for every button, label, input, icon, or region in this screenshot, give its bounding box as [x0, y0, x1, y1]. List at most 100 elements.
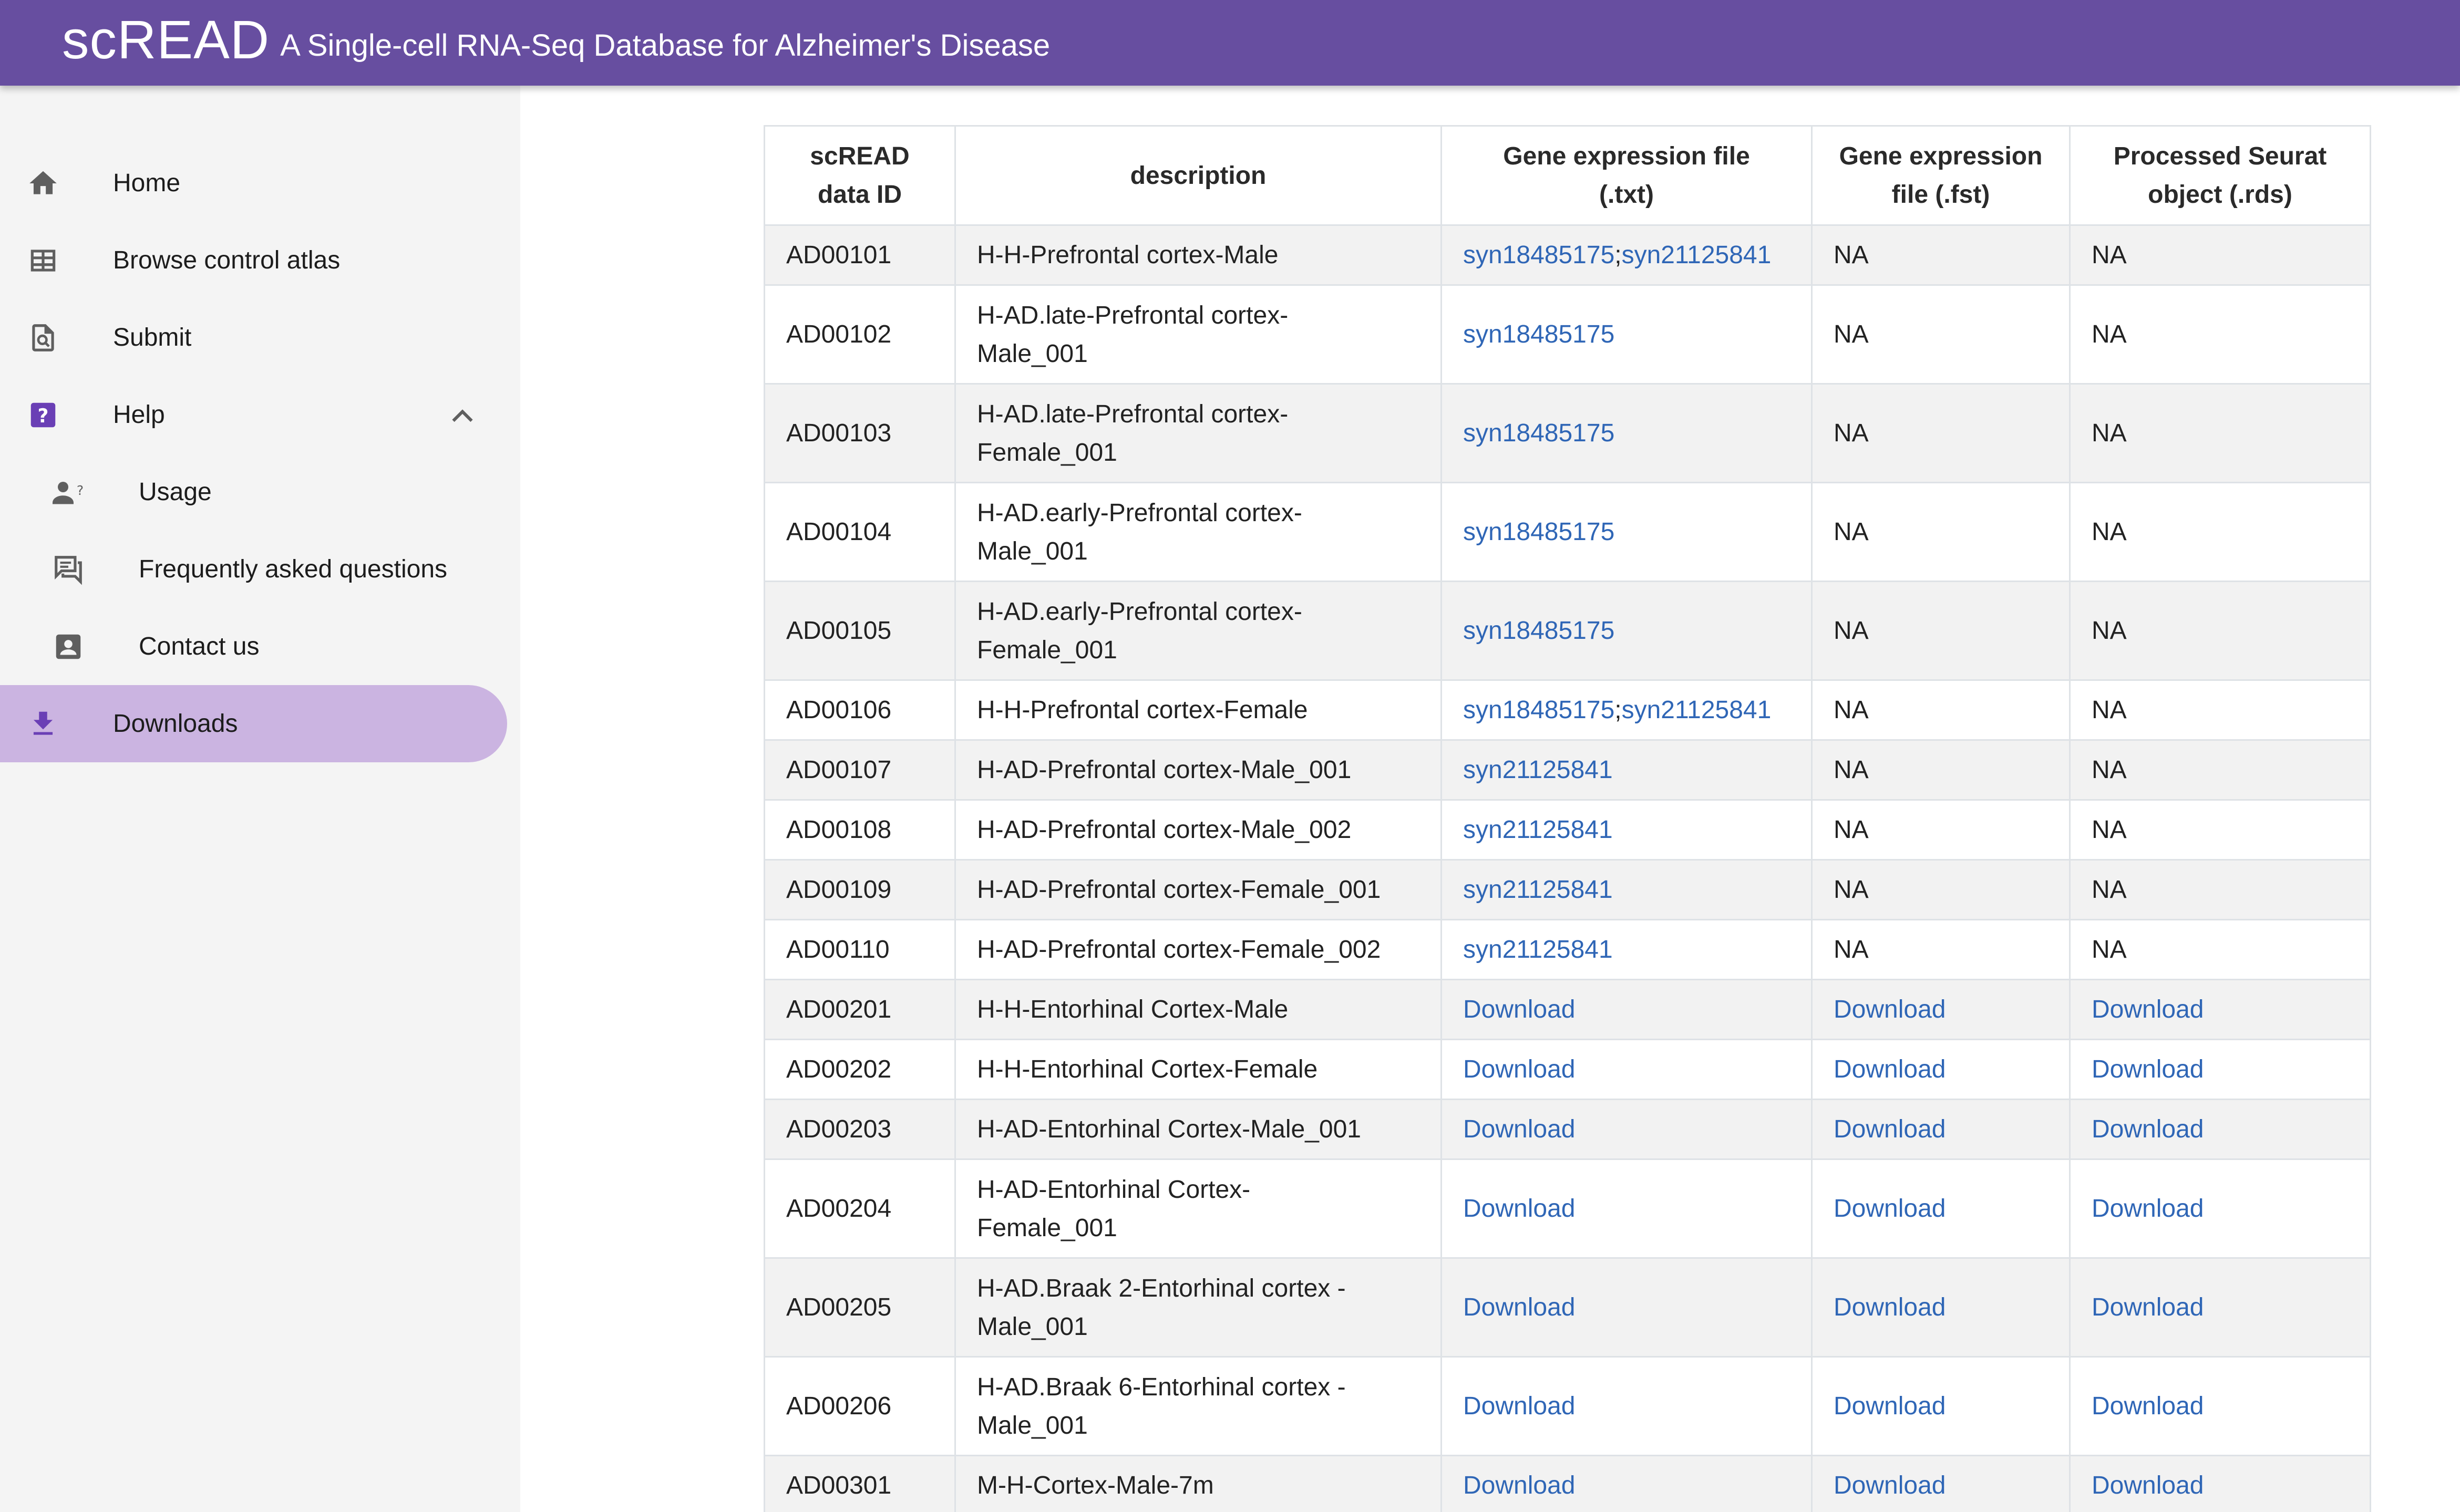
cell-fst-file: Download: [1811, 1455, 2071, 1512]
synapse-link[interactable]: syn21125841: [1463, 936, 1613, 964]
download-rds-link[interactable]: Download: [2092, 1195, 2204, 1223]
download-fst-link[interactable]: Download: [1834, 1055, 1946, 1083]
description-line: H-H-Entorhinal Cortex-Male: [977, 996, 1289, 1023]
description-line: Male_001: [977, 537, 1088, 565]
synapse-link[interactable]: syn18485175: [1463, 518, 1614, 546]
synapse-link[interactable]: syn21125841: [1622, 241, 1772, 269]
cell-txt-file: Download: [1440, 1099, 1813, 1160]
synapse-link[interactable]: syn18485175: [1463, 241, 1614, 269]
not-available-text: NA: [2092, 617, 2127, 645]
download-fst-link[interactable]: Download: [1834, 1115, 1946, 1143]
download-rds-link[interactable]: Download: [2092, 1055, 2204, 1083]
cell-data-id: AD00205: [764, 1257, 956, 1358]
chevron-up-icon[interactable]: [447, 402, 478, 429]
table-row: AD00206 H-AD.Braak 6-Entorhinal cortex - M…: [764, 1356, 2371, 1456]
sidebar-item-label: Frequently asked questions: [139, 555, 448, 583]
synapse-link[interactable]: syn18485175: [1463, 696, 1614, 724]
sidebar-item-label: Help: [113, 401, 165, 429]
sidebar-item-usage[interactable]: ? Usage: [0, 453, 507, 531]
description-line: Female_001: [977, 636, 1117, 664]
cell-txt-file: syn21125841: [1440, 919, 1813, 980]
cell-rds-file: Download: [2069, 1356, 2371, 1456]
cell-data-id: AD00201: [764, 979, 956, 1040]
app-brand[interactable]: scREAD: [62, 13, 270, 67]
download-fst-link[interactable]: Download: [1834, 996, 1946, 1023]
sidebar-item-help[interactable]: ? Help: [0, 376, 507, 453]
cell-description: H-AD.late-Prefrontal cortex- Female_001: [954, 383, 1442, 483]
synapse-link[interactable]: syn21125841: [1622, 696, 1772, 724]
sidebar-item-home[interactable]: Home: [0, 144, 507, 222]
synapse-link[interactable]: syn18485175: [1463, 617, 1614, 645]
cell-txt-file: syn18485175: [1440, 284, 1813, 385]
cell-data-id: AD00301: [764, 1455, 956, 1512]
not-available-text: NA: [2092, 419, 2127, 447]
cell-description: H-AD-Prefrontal cortex-Male_001: [954, 739, 1442, 801]
not-available-text: NA: [2092, 756, 2127, 784]
table-row: AD00203 H-AD-Entorhinal Cortex-Male_001 Do…: [764, 1099, 2371, 1160]
column-header-txt-file: Gene expression file (.txt): [1440, 125, 1813, 226]
download-fst-link[interactable]: Download: [1834, 1472, 1946, 1499]
table-row: AD00205 H-AD.Braak 2-Entorhinal cortex - M…: [764, 1257, 2371, 1358]
cell-description: H-AD-Entorhinal Cortex-Male_001: [954, 1099, 1442, 1160]
synapse-link[interactable]: syn18485175: [1463, 320, 1614, 348]
sidebar-item-faq[interactable]: Frequently asked questions: [0, 531, 507, 608]
download-rds-link[interactable]: Download: [2092, 996, 2204, 1023]
download-fst-link[interactable]: Download: [1834, 1195, 1946, 1223]
sidebar-item-submit[interactable]: Submit: [0, 299, 507, 376]
cell-description: H-AD-Prefrontal cortex-Female_002: [954, 919, 1442, 980]
cell-description: H-AD-Prefrontal cortex-Male_002: [954, 799, 1442, 861]
download-rds-link[interactable]: Download: [2092, 1115, 2204, 1143]
not-available-text: NA: [1834, 320, 1869, 348]
column-header-data-id: scREAD data ID: [764, 125, 956, 226]
sidebar-item-downloads[interactable]: Downloads: [0, 685, 507, 762]
description-line: H-AD-Entorhinal Cortex-: [977, 1175, 1251, 1204]
cell-description: H-AD-Prefrontal cortex-Female_001: [954, 859, 1442, 920]
column-header-description: description: [954, 125, 1442, 226]
download-icon: [25, 706, 61, 742]
not-available-text: NA: [2092, 876, 2127, 904]
description-line: H-AD.early-Prefrontal cortex-: [977, 499, 1302, 527]
not-available-text: NA: [1834, 518, 1869, 546]
table-row: AD00202 H-H-Entorhinal Cortex-Female Downl…: [764, 1039, 2371, 1100]
sidebar-item-contact-us[interactable]: Contact us: [0, 608, 507, 685]
download-txt-link[interactable]: Download: [1463, 1392, 1575, 1420]
cell-txt-file: syn18485175: [1440, 482, 1813, 582]
cell-fst-file: Download: [1811, 1257, 2071, 1358]
table-header-row: scREAD data ID description Gene expressio…: [764, 125, 2371, 226]
download-txt-link[interactable]: Download: [1463, 1115, 1575, 1143]
cell-rds-file: Download: [2069, 1039, 2371, 1100]
sidebar-item-label: Browse control atlas: [113, 246, 341, 274]
synapse-link[interactable]: syn21125841: [1463, 816, 1613, 844]
not-available-text: NA: [1834, 241, 1869, 269]
cell-txt-file: Download: [1440, 979, 1813, 1040]
download-txt-link[interactable]: Download: [1463, 1293, 1575, 1321]
download-txt-link[interactable]: Download: [1463, 1055, 1575, 1083]
app-bar: scREAD A Single-cell RNA-Seq Database fo…: [0, 0, 2460, 86]
cell-description: H-H-Entorhinal Cortex-Female: [954, 1039, 1442, 1100]
synapse-link[interactable]: syn18485175: [1463, 419, 1614, 447]
person-question-icon: ?: [50, 474, 87, 511]
download-rds-link[interactable]: Download: [2092, 1293, 2204, 1321]
download-txt-link[interactable]: Download: [1463, 996, 1575, 1023]
cell-description: M-H-Cortex-Male-7m: [954, 1455, 1442, 1512]
download-fst-link[interactable]: Download: [1834, 1392, 1946, 1420]
sidebar-item-label: Contact us: [139, 633, 260, 660]
download-txt-link[interactable]: Download: [1463, 1472, 1575, 1499]
cell-fst-file: NA: [1811, 919, 2071, 980]
cell-description: H-AD-Entorhinal Cortex- Female_001: [954, 1158, 1442, 1259]
not-available-text: NA: [2092, 518, 2127, 546]
sidebar-item-browse-control-atlas[interactable]: Browse control atlas: [0, 222, 507, 299]
table-row: AD00104 H-AD.early-Prefrontal cortex- Male…: [764, 482, 2371, 582]
table-row: AD00301 M-H-Cortex-Male-7m Download Downloa…: [764, 1455, 2371, 1512]
table-row: AD00204 H-AD-Entorhinal Cortex- Female_001…: [764, 1158, 2371, 1259]
cell-data-id: AD00104: [764, 482, 956, 582]
download-fst-link[interactable]: Download: [1834, 1293, 1946, 1321]
synapse-link[interactable]: syn21125841: [1463, 756, 1613, 784]
download-txt-link[interactable]: Download: [1463, 1195, 1575, 1223]
download-rds-link[interactable]: Download: [2092, 1472, 2204, 1499]
download-rds-link[interactable]: Download: [2092, 1392, 2204, 1420]
cell-data-id: AD00103: [764, 383, 956, 483]
cell-fst-file: Download: [1811, 1039, 2071, 1100]
cell-fst-file: Download: [1811, 1356, 2071, 1456]
synapse-link[interactable]: syn21125841: [1463, 876, 1613, 904]
